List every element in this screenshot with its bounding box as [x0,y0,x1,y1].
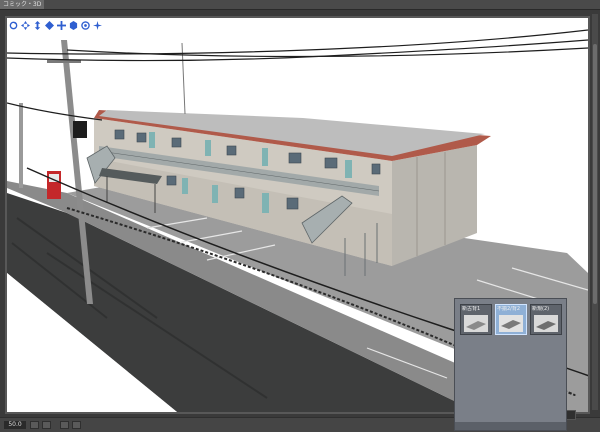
camera-rotate-icon[interactable] [8,20,18,30]
reset-icon[interactable] [80,20,90,30]
preset-panel-footer [455,422,566,430]
preset-thumbnail [534,315,558,332]
vertical-scrollbar[interactable] [592,14,598,410]
view-toggle-icon[interactable] [92,20,102,30]
preset-thumbnail [499,315,523,332]
title-bar: コミック・3D [0,0,600,10]
fit-view-button[interactable] [60,421,69,429]
traffic-light [73,121,87,138]
scrollbar-thumb[interactable] [593,44,597,304]
zoom-out-button[interactable] [30,421,39,429]
preset-thumbnail [464,315,488,332]
zoom-field[interactable]: 50.0 [4,421,26,429]
preset-panel: 新古背1 不揃2/背2 新規(2) [454,298,567,431]
preset-item-3[interactable]: 新規(2) [530,304,562,335]
camera-toolbar [8,20,102,30]
preset-item-2[interactable]: 不揃2/背2 [495,304,527,335]
preset-label: 不揃2/背2 [497,306,521,312]
document-tab[interactable]: コミック・3D [0,0,44,9]
camera-pan-icon[interactable] [20,20,30,30]
object-move-icon[interactable] [56,20,66,30]
preset-label: 新古背1 [462,306,481,312]
object-scale-icon[interactable] [68,20,78,30]
object-rotate-icon[interactable] [44,20,54,30]
rotate-view-button[interactable] [72,421,81,429]
camera-move-icon[interactable] [32,20,42,30]
preset-label: 新規(2) [532,306,550,312]
preset-item-1[interactable]: 新古背1 [460,304,492,335]
zoom-in-button[interactable] [42,421,51,429]
